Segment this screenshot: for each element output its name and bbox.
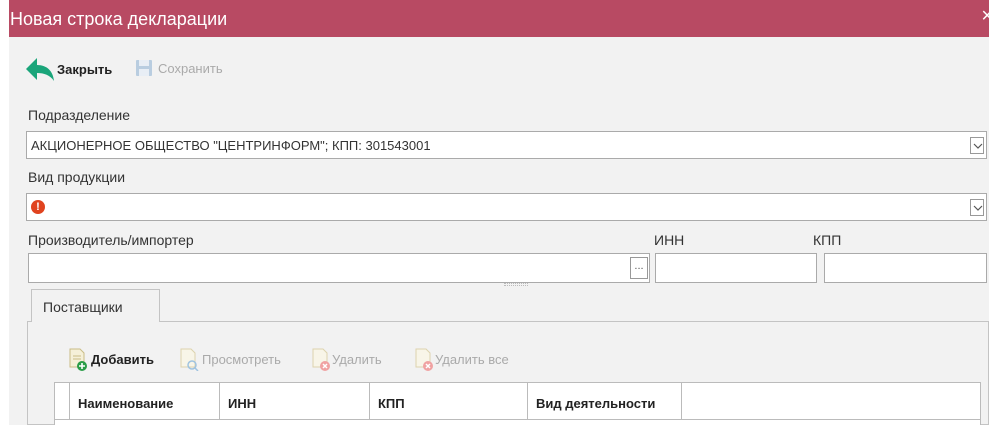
save-button[interactable]: Сохранить	[135, 59, 223, 77]
table-row[interactable]	[55, 419, 980, 425]
division-value: АКЦИОНЕРНОЕ ОБЩЕСТВО "ЦЕНТРИНФОРМ"; КПП:…	[31, 138, 431, 153]
column-header-inn[interactable]: ИНН	[220, 383, 370, 419]
delete-all-suppliers-button[interactable]: Удалить все	[414, 347, 509, 371]
inn-label: ИНН	[654, 232, 685, 248]
division-label: Подразделение	[28, 107, 131, 123]
suppliers-table: Наименование ИНН КПП Вид деятельности	[54, 382, 981, 425]
producer-picker-button[interactable]: ...	[630, 257, 648, 279]
delete-document-icon	[312, 348, 330, 371]
product-type-dropdown-button[interactable]	[970, 199, 984, 216]
dropdown-chevron-icon	[973, 143, 983, 149]
delete-supplier-button[interactable]: Удалить	[311, 347, 382, 371]
close-window-icon[interactable]: ×	[981, 6, 989, 26]
dialog-window: Новая строка декларации × Закрыть Сохран…	[9, 0, 989, 425]
splitter-handle[interactable]	[504, 283, 528, 286]
close-button-label: Закрыть	[57, 61, 113, 77]
desktop-edge	[0, 0, 9, 425]
add-supplier-button[interactable]: Добавить	[68, 347, 154, 371]
dropdown-chevron-icon	[973, 205, 983, 211]
producer-field[interactable]: ...	[28, 253, 650, 283]
save-disk-icon	[136, 60, 152, 76]
close-button[interactable]: Закрыть	[25, 56, 112, 82]
kpp-label: КПП	[813, 232, 842, 248]
delete-supplier-label: Удалить	[332, 351, 382, 367]
row-selector-header	[55, 383, 70, 419]
tab-suppliers[interactable]: Поставщики	[31, 289, 160, 322]
delete-all-document-icon	[415, 348, 433, 371]
product-type-select[interactable]: !	[26, 193, 987, 221]
division-dropdown-button[interactable]	[970, 137, 984, 154]
back-arrow-icon	[26, 58, 54, 81]
kpp-field[interactable]	[824, 253, 987, 283]
inn-field[interactable]	[655, 253, 817, 283]
view-supplier-button[interactable]: Просмотреть	[179, 347, 281, 371]
product-type-label: Вид продукции	[28, 169, 126, 185]
division-select[interactable]: АКЦИОНЕРНОЕ ОБЩЕСТВО "ЦЕНТРИНФОРМ"; КПП:…	[26, 131, 987, 159]
column-header-activity-type[interactable]: Вид деятельности	[528, 383, 682, 419]
add-document-icon	[69, 348, 87, 371]
view-supplier-label: Просмотреть	[202, 351, 281, 367]
delete-all-suppliers-label: Удалить все	[435, 351, 509, 367]
window-title: Новая строка декларации	[10, 9, 228, 29]
add-supplier-label: Добавить	[91, 351, 154, 367]
error-icon: !	[31, 200, 45, 214]
column-header-kpp[interactable]: КПП	[370, 383, 528, 419]
save-button-label: Сохранить	[158, 60, 223, 76]
producer-label: Производитель/импортер	[28, 232, 194, 248]
view-document-icon	[180, 348, 199, 371]
column-header-name[interactable]: Наименование	[70, 383, 220, 419]
title-bar: Новая строка декларации ×	[9, 0, 989, 37]
tab-suppliers-label: Поставщики	[43, 299, 123, 315]
